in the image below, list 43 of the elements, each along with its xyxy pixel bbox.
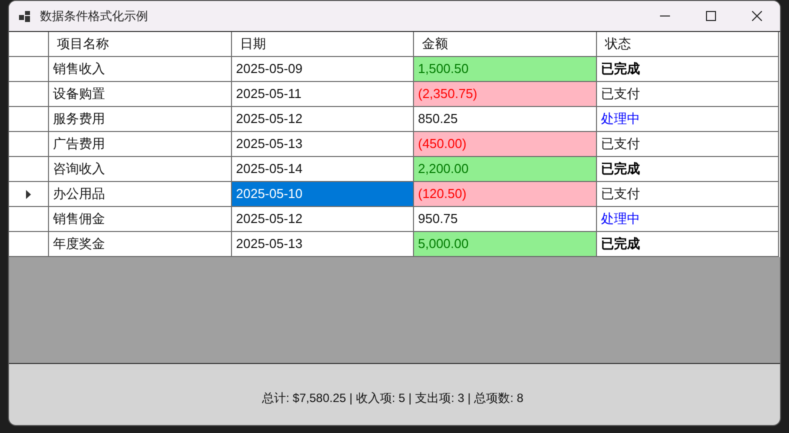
row-header[interactable] <box>9 57 49 82</box>
current-row-icon <box>26 190 31 198</box>
table-cell: (120.50) <box>414 182 597 207</box>
corner-header[interactable] <box>9 32 49 57</box>
maximize-icon <box>706 11 716 21</box>
table-cell: 销售收入 <box>49 57 232 82</box>
row-header[interactable] <box>9 82 49 107</box>
table-cell: (2,350.75) <box>414 82 597 107</box>
table-cell: 年度奖金 <box>49 232 232 257</box>
table-cell: 已支付 <box>597 82 779 107</box>
table-cell: 设备购置 <box>49 82 232 107</box>
column-header[interactable]: 项目名称 <box>49 32 232 57</box>
table-cell: 5,000.00 <box>414 232 597 257</box>
column-header[interactable]: 日期 <box>232 32 414 57</box>
row-header[interactable] <box>9 182 49 207</box>
app-icon <box>19 10 31 22</box>
summary-text: 总计: $7,580.25 | 收入项: 5 | 支出项: 3 | 总项数: 8 <box>262 390 524 406</box>
data-grid[interactable] <box>9 31 780 364</box>
table-cell: 咨询收入 <box>49 157 232 182</box>
table-cell: (450.00) <box>414 132 597 157</box>
table-cell: 850.25 <box>414 107 597 132</box>
table-cell: 销售佣金 <box>49 207 232 232</box>
table-cell: 广告费用 <box>49 132 232 157</box>
table-cell: 服务费用 <box>49 107 232 132</box>
table-cell: 950.75 <box>414 207 597 232</box>
table-cell: 处理中 <box>597 107 779 132</box>
row-header[interactable] <box>9 157 49 182</box>
close-icon <box>752 11 762 21</box>
table-cell: 已支付 <box>597 182 779 207</box>
row-header[interactable] <box>9 132 49 157</box>
window-title: 数据条件格式化示例 <box>40 8 148 25</box>
row-header[interactable] <box>9 232 49 257</box>
table-cell: 已完成 <box>597 232 779 257</box>
table-cell: 1,500.50 <box>414 57 597 82</box>
table-cell: 已完成 <box>597 57 779 82</box>
row-header[interactable] <box>9 107 49 132</box>
table-cell: 已完成 <box>597 157 779 182</box>
column-header[interactable]: 状态 <box>597 32 779 57</box>
table-cell: 2025-05-10 <box>232 182 414 207</box>
row-header[interactable] <box>9 207 49 232</box>
table-cell: 已支付 <box>597 132 779 157</box>
table-cell: 处理中 <box>597 207 779 232</box>
table-cell: 2,200.00 <box>414 157 597 182</box>
